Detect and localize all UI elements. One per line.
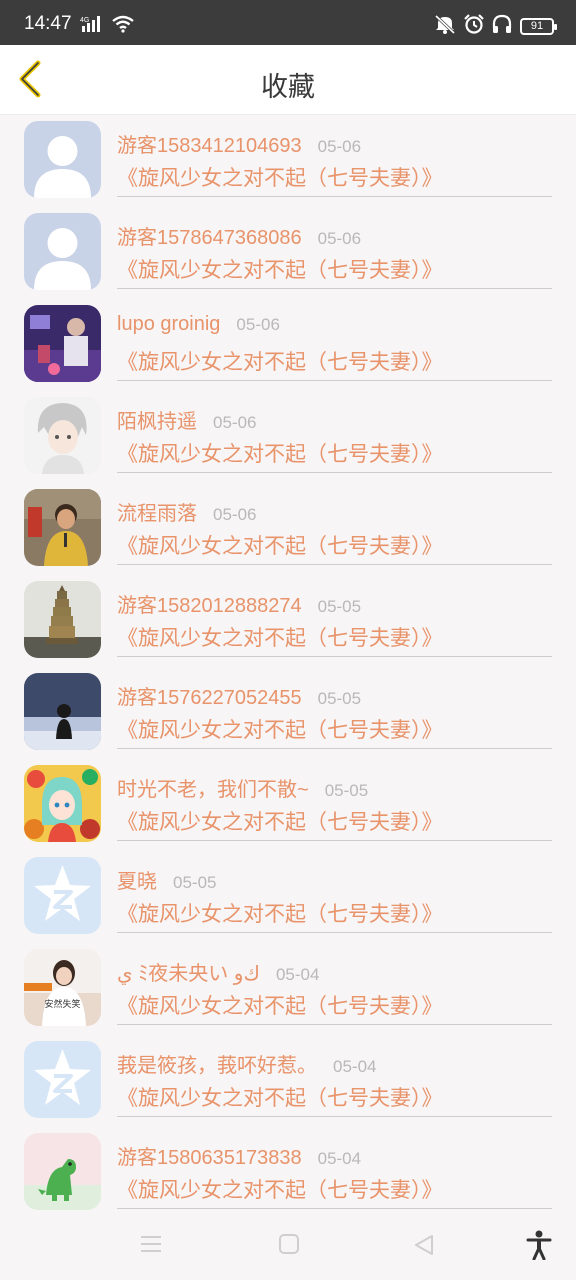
avatar[interactable]: [24, 397, 101, 474]
user-name[interactable]: ي ﾐ夜未央い ﻙو: [117, 957, 260, 986]
favorite-date: 05-06: [236, 315, 280, 334]
divider: [117, 1208, 552, 1209]
wifi-icon: [112, 15, 134, 37]
back-triangle-icon[interactable]: [413, 1234, 435, 1260]
user-name[interactable]: lupo groinig: [117, 313, 220, 336]
avatar[interactable]: [24, 489, 101, 566]
network-label: 4G: [80, 17, 89, 24]
avatar[interactable]: [24, 213, 101, 290]
app-header: 收藏: [0, 45, 576, 115]
status-time: 14:47: [24, 13, 72, 34]
user-name[interactable]: 夏晓: [117, 865, 157, 894]
divider: [117, 932, 552, 933]
list-item[interactable]: 安然失笑 ي ﾐ夜未央い ﻙو 05-04 《旋风少女之对不起（七号夫妻）》: [0, 943, 576, 1035]
work-title[interactable]: 《旋风少女之对不起（七号夫妻）》: [117, 714, 443, 744]
avatar[interactable]: 安然失笑: [24, 949, 101, 1026]
favorite-date: 05-05: [173, 873, 217, 892]
user-name[interactable]: 游客1582012888274: [117, 589, 302, 618]
user-name[interactable]: 莪是筱孩，莪吥好惹。: [117, 1049, 317, 1078]
work-title[interactable]: 《旋风少女之对不起（七号夫妻）》: [117, 990, 443, 1020]
work-title[interactable]: 《旋风少女之对不起（七号夫妻）》: [117, 346, 443, 376]
divider: [117, 380, 552, 381]
user-name[interactable]: 游客1580635173838: [117, 1141, 302, 1170]
work-title[interactable]: 《旋风少女之对不起（七号夫妻）》: [117, 162, 443, 192]
headphones-icon: [492, 14, 512, 38]
avatar[interactable]: [24, 121, 101, 198]
work-title[interactable]: 《旋风少女之对不起（七号夫妻）》: [117, 530, 443, 560]
avatar[interactable]: [24, 581, 101, 658]
favorite-date: 05-05: [317, 597, 362, 616]
menu-icon[interactable]: [140, 1234, 162, 1258]
favorite-date: 05-04: [333, 1057, 377, 1076]
status-bar: 14:47 4G 91: [0, 0, 576, 45]
user-name[interactable]: 陌枫持遥: [117, 405, 197, 434]
avatar[interactable]: [24, 857, 101, 934]
avatar-caption: 安然失笑: [44, 998, 80, 1010]
list-item[interactable]: 夏晓 05-05 《旋风少女之对不起（七号夫妻）》: [0, 851, 576, 943]
page-title: 收藏: [261, 72, 315, 103]
favorite-date: 05-05: [324, 781, 369, 800]
list-item[interactable]: 陌枫持遥 05-06 《旋风少女之对不起（七号夫妻）》: [0, 391, 576, 483]
work-title[interactable]: 《旋风少女之对不起（七号夫妻）》: [117, 806, 443, 836]
divider: [117, 288, 552, 289]
list-item[interactable]: 游客1583412104693 05-06 《旋风少女之对不起（七号夫妻）》: [0, 115, 576, 207]
work-title[interactable]: 《旋风少女之对不起（七号夫妻）》: [117, 622, 443, 652]
signal-icon: 4G: [80, 15, 106, 37]
mute-icon: [434, 14, 456, 38]
avatar[interactable]: [24, 673, 101, 750]
avatar[interactable]: [24, 765, 101, 842]
list-item[interactable]: 莪是筱孩，莪吥好惹。 05-04 《旋风少女之对不起（七号夫妻）》: [0, 1035, 576, 1127]
favorites-list: 游客1583412104693 05-06 《旋风少女之对不起（七号夫妻）》 游…: [0, 115, 576, 1210]
favorite-date: 05-06: [317, 229, 362, 248]
list-item[interactable]: 流程雨落 05-06 《旋风少女之对不起（七号夫妻）》: [0, 483, 576, 575]
divider: [117, 656, 552, 657]
divider: [117, 564, 552, 565]
favorite-date: 05-06: [317, 137, 362, 156]
home-icon[interactable]: [278, 1234, 300, 1258]
work-title[interactable]: 《旋风少女之对不起（七号夫妻）》: [117, 254, 443, 284]
list-item[interactable]: 游客1578647368086 05-06 《旋风少女之对不起（七号夫妻）》: [0, 207, 576, 299]
divider: [117, 196, 552, 197]
work-title[interactable]: 《旋风少女之对不起（七号夫妻）》: [117, 898, 443, 928]
favorite-date: 05-06: [213, 505, 257, 524]
avatar[interactable]: [24, 305, 101, 382]
divider: [117, 748, 552, 749]
battery-icon: 91: [520, 17, 557, 35]
favorite-date: 05-06: [213, 413, 257, 432]
work-title[interactable]: 《旋风少女之对不起（七号夫妻）》: [117, 438, 443, 468]
divider: [117, 1024, 552, 1025]
work-title[interactable]: 《旋风少女之对不起（七号夫妻）》: [117, 1082, 443, 1112]
favorite-date: 05-04: [275, 965, 320, 984]
work-title[interactable]: 《旋风少女之对不起（七号夫妻）》: [117, 1174, 443, 1204]
list-item[interactable]: 游客1580635173838 05-04 《旋风少女之对不起（七号夫妻）》: [0, 1127, 576, 1210]
user-name[interactable]: 游客1583412104693: [117, 129, 302, 158]
divider: [117, 472, 552, 473]
user-name[interactable]: 游客1576227052455: [117, 681, 302, 710]
list-item[interactable]: 游客1582012888274 05-05 《旋风少女之对不起（七号夫妻）》: [0, 575, 576, 667]
list-item[interactable]: 游客1576227052455 05-05 《旋风少女之对不起（七号夫妻）》: [0, 667, 576, 759]
divider: [117, 840, 552, 841]
user-name[interactable]: 流程雨落: [117, 497, 197, 526]
avatar[interactable]: [24, 1133, 101, 1210]
favorite-date: 05-04: [317, 1149, 362, 1168]
user-name[interactable]: 游客1578647368086: [117, 221, 302, 250]
user-name[interactable]: 时光不老，我们不散~: [117, 773, 309, 802]
accessibility-icon[interactable]: [526, 1230, 552, 1264]
alarm-icon: [464, 14, 484, 38]
system-nav-bar: [0, 1210, 576, 1280]
list-item[interactable]: 时光不老，我们不散~ 05-05 《旋风少女之对不起（七号夫妻）》: [0, 759, 576, 851]
favorite-date: 05-05: [317, 689, 362, 708]
divider: [117, 1116, 552, 1117]
avatar[interactable]: [24, 1041, 101, 1118]
list-item[interactable]: lupo groinig 05-06 《旋风少女之对不起（七号夫妻）》: [0, 299, 576, 391]
